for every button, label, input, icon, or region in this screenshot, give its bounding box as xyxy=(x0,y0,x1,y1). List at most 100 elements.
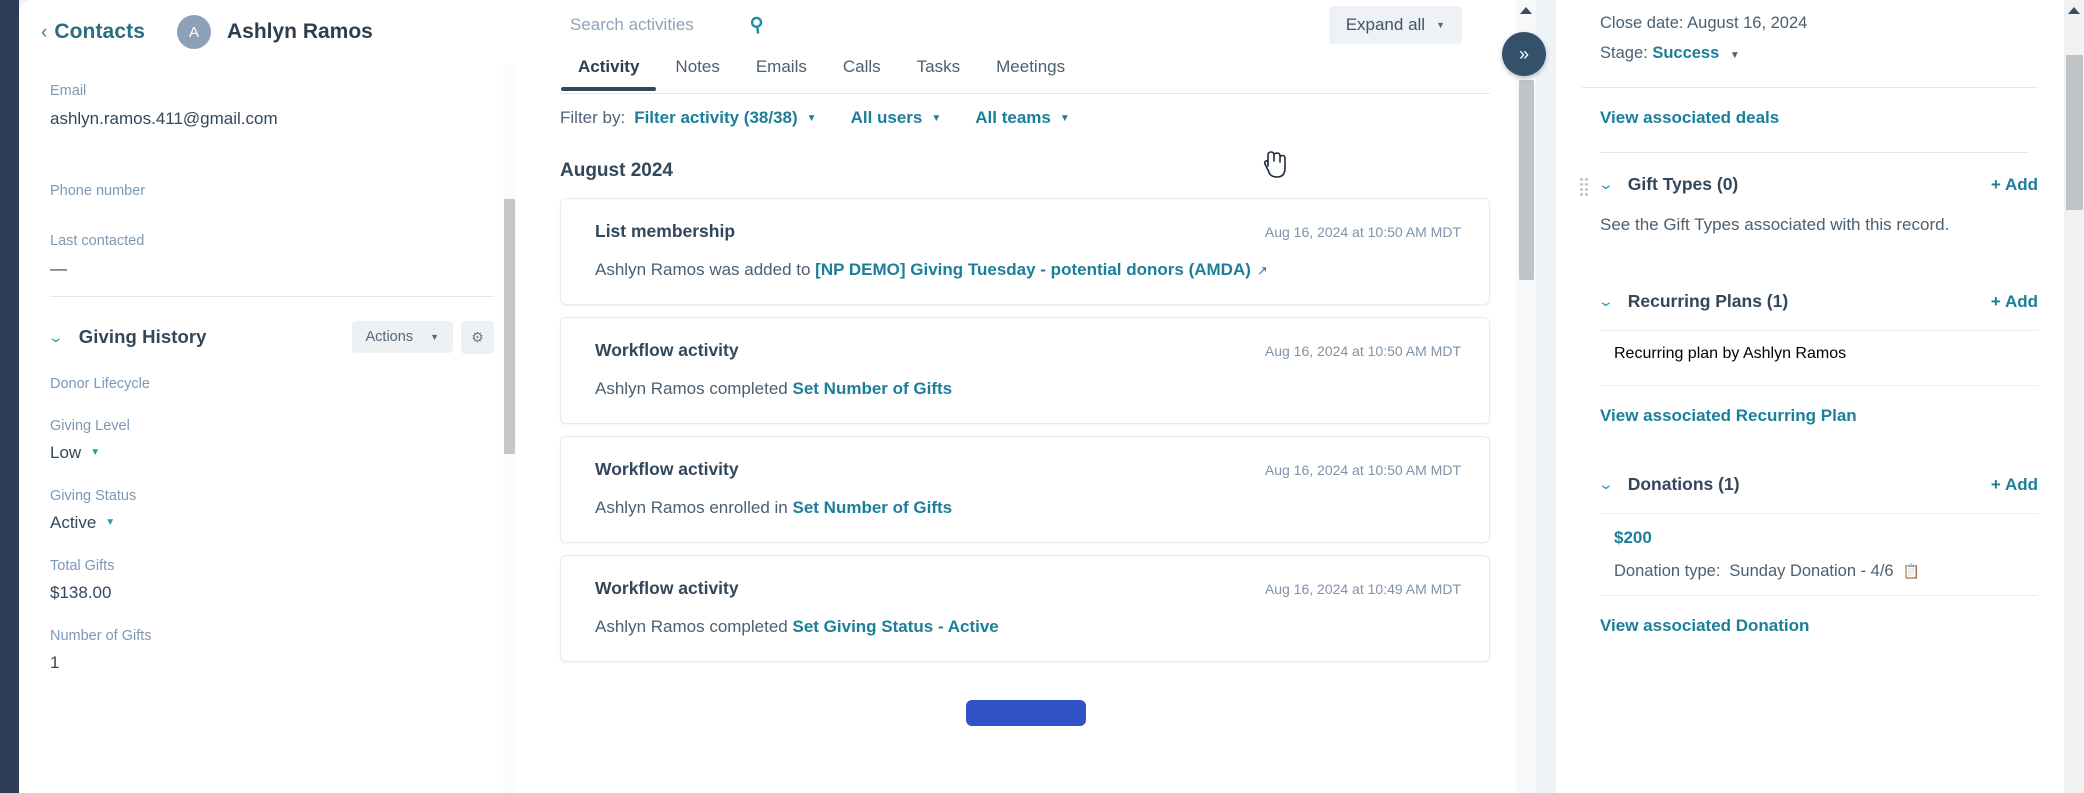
view-associated-donation-link[interactable]: View associated Donation xyxy=(1582,596,2038,636)
tab-notes[interactable]: Notes xyxy=(657,50,737,84)
field-value[interactable]: Low ▼ xyxy=(50,439,494,467)
associations-sidebar: Close date: August 16, 2024 Stage: Succe… xyxy=(1556,0,2064,793)
expand-all-label: Expand all xyxy=(1345,15,1426,34)
chevron-down-icon: ▼ xyxy=(430,332,439,342)
search-input[interactable] xyxy=(570,15,750,35)
recurring-plan-link[interactable]: Recurring plan by Ashlyn Ramos xyxy=(1614,345,1846,362)
primary-action-button[interactable] xyxy=(966,700,1086,726)
field-donor-lifecycle: Donor Lifecycle xyxy=(50,371,494,397)
expand-all-button[interactable]: Expand all ▼ xyxy=(1328,6,1462,44)
gear-icon: ⚙ xyxy=(471,328,484,345)
chevron-down-icon[interactable]: ▼ xyxy=(105,509,115,537)
chevron-down-icon: ▼ xyxy=(931,112,942,124)
activity-feed: List membership Aug 16, 2024 at 10:50 AM… xyxy=(560,198,1490,758)
property-value[interactable]: ashlyn.ramos.411@gmail.com xyxy=(50,106,494,132)
filter-bar: Filter by: Filter activity (38/38) ▼ All… xyxy=(560,108,1104,128)
add-recurring-plan-button[interactable]: + Add xyxy=(1991,292,2038,312)
browser-scrollbar[interactable] xyxy=(2064,0,2084,793)
chevron-down-icon: ▼ xyxy=(1436,20,1445,30)
activity-link[interactable]: [NP DEMO] Giving Tuesday - potential don… xyxy=(815,260,1251,279)
field-label: Total Gifts xyxy=(50,558,115,574)
donations-section: ⌄ Donations (1) + Add $200 Donation type… xyxy=(1582,474,2038,636)
donation-amount-link[interactable]: $200 xyxy=(1614,528,1652,547)
donations-title: Donations (1) xyxy=(1627,474,1740,494)
copy-icon[interactable]: 📋 xyxy=(1903,563,1920,580)
tab-activity[interactable]: Activity xyxy=(560,50,657,91)
activity-card[interactable]: Workflow activity Aug 16, 2024 at 10:50 … xyxy=(560,317,1490,424)
property-value[interactable]: — xyxy=(50,256,494,282)
field-value[interactable]: Active ▼ xyxy=(50,509,494,537)
tab-emails[interactable]: Emails xyxy=(738,50,825,84)
left-nav-rail xyxy=(0,0,19,793)
activity-card[interactable]: List membership Aug 16, 2024 at 10:50 AM… xyxy=(560,198,1490,305)
add-donation-button[interactable]: + Add xyxy=(1991,475,2038,495)
actions-button[interactable]: Actions ▼ xyxy=(351,321,453,353)
activity-timestamp: Aug 16, 2024 at 10:50 AM MDT xyxy=(1264,462,1461,478)
field-label: Number of Gifts xyxy=(50,628,152,644)
activity-text-before: Ashlyn Ramos enrolled in xyxy=(595,498,793,517)
filter-activity-dropdown[interactable]: Filter activity (38/38) ▼ xyxy=(634,108,816,128)
activity-title: Workflow activity xyxy=(595,340,739,360)
browser-scrollbar-thumb[interactable] xyxy=(2066,55,2083,210)
activity-scrollbar[interactable]: » xyxy=(1502,0,1546,793)
activity-title: Workflow activity xyxy=(595,459,739,479)
settings-gear-button[interactable]: ⚙ xyxy=(461,320,494,354)
collapse-panel-button[interactable]: » xyxy=(1502,32,1546,76)
activity-tabs: Activity Notes Emails Calls Tasks Meetin… xyxy=(516,50,1536,96)
app-window: ‹ Contacts A Ashlyn Ramos Email ashlyn.r… xyxy=(0,0,2084,793)
scroll-up-arrow-icon[interactable] xyxy=(2068,7,2080,14)
deal-close-date: Close date: August 16, 2024 xyxy=(1600,8,2038,38)
filter-teams-dropdown[interactable]: All teams ▼ xyxy=(975,108,1070,128)
recurring-plan-item[interactable]: Recurring plan by Ashlyn Ramos xyxy=(1600,330,2038,385)
chevron-down-icon[interactable]: ▼ xyxy=(90,439,100,467)
status-badge[interactable]: Success xyxy=(1652,44,1719,62)
search-box[interactable]: ⚲ xyxy=(570,14,790,37)
view-associated-recurring-plan-link[interactable]: View associated Recurring Plan xyxy=(1582,386,2038,426)
activity-timestamp: Aug 16, 2024 at 10:50 AM MDT xyxy=(1264,224,1461,240)
deal-summary-card[interactable]: Close date: August 16, 2024 Stage: Succe… xyxy=(1582,0,2038,87)
activity-card[interactable]: Workflow activity Aug 16, 2024 at 10:49 … xyxy=(560,555,1490,662)
chevron-down-icon[interactable]: ⌄ xyxy=(1598,293,1614,310)
divider xyxy=(1600,152,2028,153)
avatar: A xyxy=(176,15,211,49)
filter-users-dropdown[interactable]: All users ▼ xyxy=(851,108,942,128)
field-giving-level: Giving Level Low ▼ xyxy=(50,413,494,467)
activity-link[interactable]: Set Giving Status - Active xyxy=(792,617,998,636)
activity-link[interactable]: Set Number of Gifts xyxy=(792,498,952,517)
chevron-down-icon[interactable]: ⌄ xyxy=(1598,176,1614,193)
back-chevron-icon[interactable]: ‹ xyxy=(41,23,47,42)
activity-text-before: Ashlyn Ramos completed xyxy=(595,379,793,398)
external-link-icon[interactable]: ↗ xyxy=(1257,263,1268,279)
add-gift-type-button[interactable]: + Add xyxy=(1991,175,2038,195)
scroll-up-arrow-icon[interactable] xyxy=(1520,7,1532,14)
sidebar-scrollbar[interactable] xyxy=(503,64,516,793)
property-phone: Phone number xyxy=(50,176,494,206)
tab-tasks[interactable]: Tasks xyxy=(899,50,978,84)
field-value[interactable]: 1 xyxy=(50,649,494,677)
activity-title: List membership xyxy=(595,221,736,241)
activity-card[interactable]: Workflow activity Aug 16, 2024 at 10:50 … xyxy=(560,436,1490,543)
recurring-plans-header: ⌄ Recurring Plans (1) + Add xyxy=(1582,291,2038,312)
activity-card-header: Workflow activity Aug 16, 2024 at 10:50 … xyxy=(595,459,1461,480)
tab-meetings[interactable]: Meetings xyxy=(978,50,1083,84)
chevron-down-icon[interactable]: ⌄ xyxy=(1598,476,1614,493)
chevron-down-icon[interactable]: ⌄ xyxy=(48,329,64,346)
activity-timestamp: Aug 16, 2024 at 10:50 AM MDT xyxy=(1264,343,1461,359)
property-label: Phone number xyxy=(50,183,146,199)
breadcrumb-contacts-link[interactable]: Contacts xyxy=(54,20,145,44)
tab-calls[interactable]: Calls xyxy=(825,50,899,84)
activity-link[interactable]: Set Number of Gifts xyxy=(792,379,952,398)
donation-item[interactable]: $200 Donation type: Sunday Donation - 4/… xyxy=(1600,513,2038,596)
divider xyxy=(50,296,494,297)
field-value-text: Active xyxy=(50,513,97,532)
chevron-down-icon[interactable]: ▼ xyxy=(1730,50,1740,61)
view-associated-deals-link[interactable]: View associated deals xyxy=(1582,88,2038,128)
drag-handle-icon[interactable] xyxy=(1580,176,1588,198)
field-value[interactable]: $138.00 xyxy=(50,579,494,607)
filter-users-label: All users xyxy=(850,108,923,127)
search-icon[interactable]: ⚲ xyxy=(748,13,766,38)
activity-scrollbar-thumb[interactable] xyxy=(1519,80,1534,280)
sidebar-scrollbar-thumb[interactable] xyxy=(504,199,515,454)
activity-body: Ashlyn Ramos was added to [NP DEMO] Givi… xyxy=(595,260,1461,280)
